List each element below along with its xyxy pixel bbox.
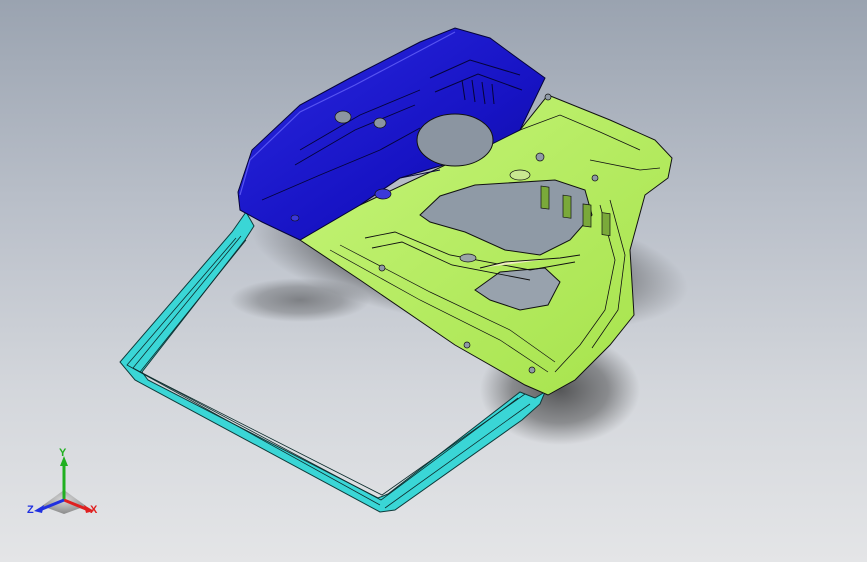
y-axis-label: Y bbox=[59, 447, 67, 459]
x-axis-label: X bbox=[90, 504, 98, 516]
door-inner-panel-model[interactable] bbox=[0, 0, 867, 562]
graphics-viewport[interactable]: Y X Z bbox=[0, 0, 867, 562]
orientation-triad[interactable]: Y X Z bbox=[26, 448, 104, 522]
z-axis-label: Z bbox=[27, 504, 34, 516]
